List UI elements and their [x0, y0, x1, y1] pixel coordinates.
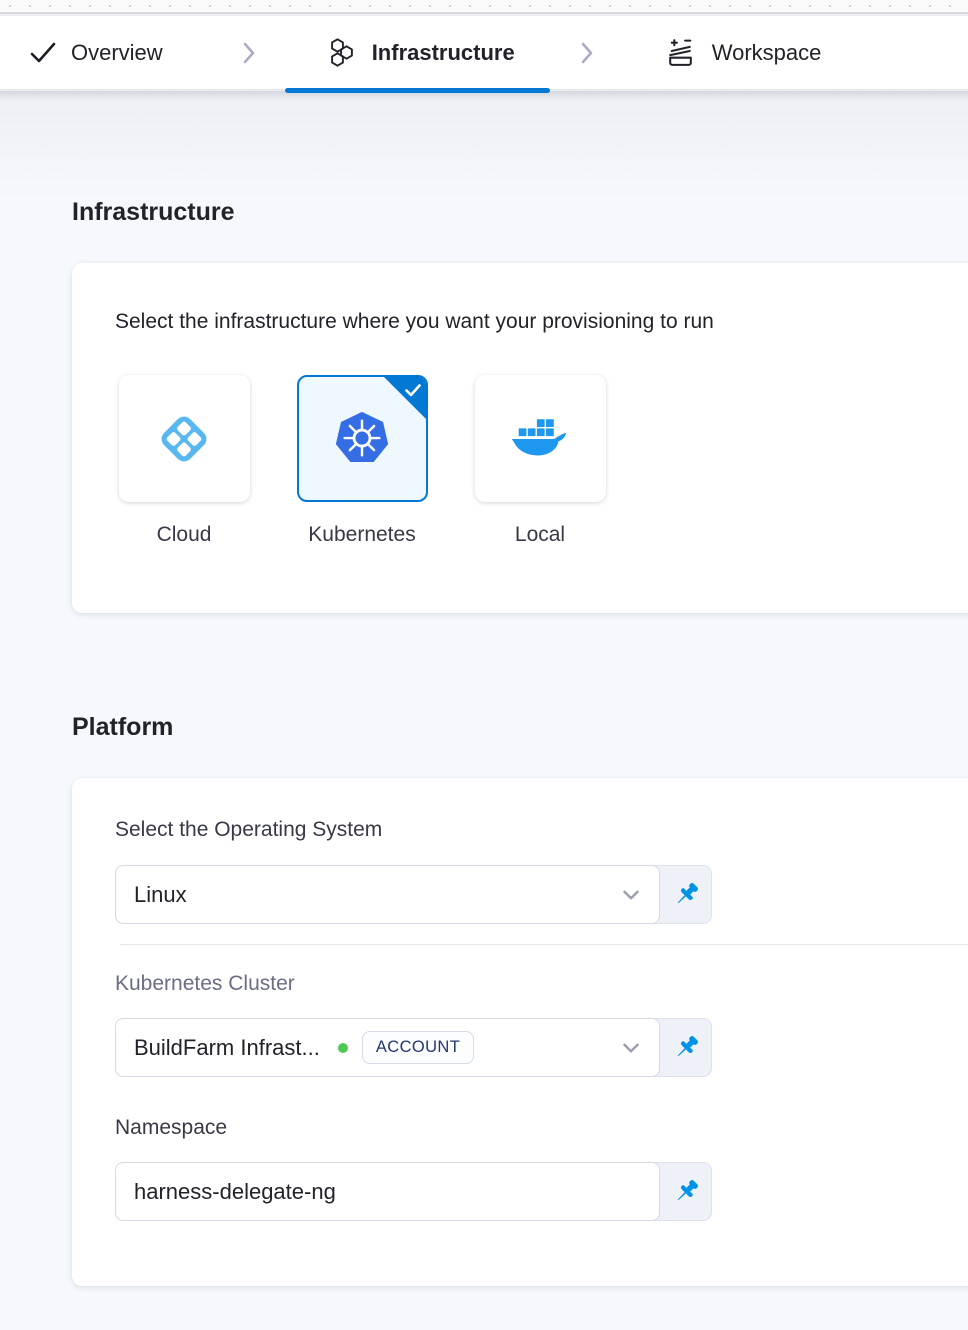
connector-status-dot [338, 1043, 348, 1053]
tab-infrastructure[interactable]: Infrastructure [325, 16, 515, 90]
local-tile-label: Local [515, 523, 565, 547]
chevron-down-icon [619, 883, 643, 907]
option-local: Local [474, 375, 606, 547]
kubernetes-tile[interactable] [297, 375, 428, 502]
cluster-select-group: BuildFarm Infrast... ACCOUNT [115, 1018, 712, 1077]
infrastructure-section-title: Infrastructure [72, 198, 235, 227]
os-select-value: Linux [134, 882, 187, 908]
infrastructure-description: Select the infrastructure where you want… [115, 310, 714, 334]
cluster-label: Kubernetes Cluster [115, 972, 295, 996]
option-cloud: Cloud [118, 375, 250, 547]
hexagons-icon [325, 37, 357, 69]
tab-workspace-label: Workspace [712, 40, 822, 66]
cloud-tile[interactable] [119, 375, 250, 502]
platform-card: Select the Operating System Linux Kubern… [72, 778, 968, 1286]
tab-workspace[interactable]: Workspace [664, 16, 822, 90]
scope-badge: ACCOUNT [362, 1031, 474, 1064]
check-icon [30, 40, 56, 66]
field-divider [120, 944, 968, 945]
tab-overview-label: Overview [71, 40, 163, 66]
pushpin-icon [671, 1177, 701, 1207]
cluster-select-value: BuildFarm Infrast... [134, 1035, 320, 1061]
os-label: Select the Operating System [115, 818, 382, 842]
cluster-select[interactable]: BuildFarm Infrast... ACCOUNT [115, 1018, 660, 1077]
namespace-input[interactable]: harness-delegate-ng [115, 1162, 660, 1221]
pipeline-canvas-strip [0, 0, 968, 14]
os-select-group: Linux [115, 865, 712, 924]
chevron-right-icon [577, 40, 597, 66]
stage-tabbar: Overview Infrastructure Workspace [0, 16, 968, 90]
chevron-right-icon [239, 40, 259, 66]
tab-infrastructure-label: Infrastructure [372, 40, 515, 66]
chevron-down-icon [619, 1036, 643, 1060]
namespace-label: Namespace [115, 1116, 227, 1140]
namespace-pin-button[interactable] [659, 1162, 712, 1221]
cluster-pin-button[interactable] [659, 1018, 712, 1077]
tab-overview[interactable]: Overview [30, 16, 163, 90]
provision-infrastructure-page: { "header": { "tabs": [ { "label": "Over… [0, 0, 968, 1330]
selected-check-icon [405, 384, 421, 397]
stack-icon [664, 36, 697, 69]
docker-whale-icon [509, 415, 571, 463]
namespace-input-group: harness-delegate-ng [115, 1162, 712, 1221]
cloud-tile-label: Cloud [157, 523, 212, 547]
local-tile[interactable] [475, 375, 606, 502]
os-pin-button[interactable] [659, 865, 712, 924]
os-select[interactable]: Linux [115, 865, 660, 924]
platform-section-title: Platform [72, 713, 173, 742]
pushpin-icon [671, 1033, 701, 1063]
option-kubernetes: Kubernetes [296, 375, 428, 547]
pushpin-icon [671, 880, 701, 910]
infrastructure-options: Cloud [118, 375, 606, 547]
namespace-input-value: harness-delegate-ng [134, 1179, 336, 1205]
kubernetes-tile-label: Kubernetes [308, 523, 415, 547]
cloud-icon [153, 408, 215, 470]
infrastructure-card: Select the infrastructure where you want… [72, 263, 968, 613]
